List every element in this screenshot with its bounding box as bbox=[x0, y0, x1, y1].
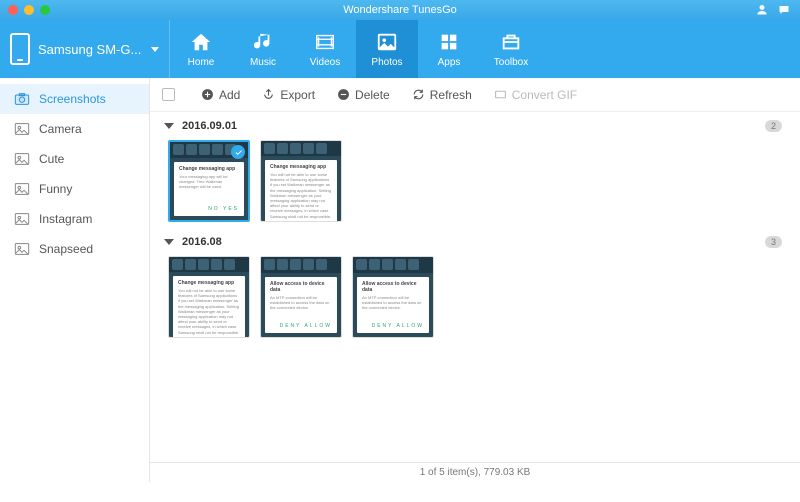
sidebar-item-funny[interactable]: Funny bbox=[0, 174, 149, 204]
tab-toolbox[interactable]: Toolbox bbox=[480, 20, 542, 78]
photo-thumbnail[interactable]: Allow access to device dataAn MTP connec… bbox=[260, 256, 342, 338]
device-selector[interactable]: Samsung SM-G... bbox=[0, 20, 170, 78]
sidebar-item-cute[interactable]: Cute bbox=[0, 144, 149, 174]
tab-music[interactable]: Music bbox=[232, 20, 294, 78]
image-icon bbox=[14, 242, 30, 256]
add-button[interactable]: Add bbox=[201, 88, 240, 102]
group-count-badge: 2 bbox=[765, 120, 782, 132]
plus-circle-icon bbox=[201, 88, 214, 101]
sidebar-item-snapseed[interactable]: Snapseed bbox=[0, 234, 149, 264]
close-window[interactable] bbox=[8, 5, 18, 15]
export-icon bbox=[262, 88, 275, 101]
group-header[interactable]: 2016.09.01 2 bbox=[164, 120, 786, 132]
image-icon bbox=[14, 212, 30, 226]
feedback-icon[interactable] bbox=[778, 4, 790, 16]
refresh-icon bbox=[412, 88, 425, 101]
tab-home[interactable]: Home bbox=[170, 20, 232, 78]
main-tabs: Home Music Videos Photos Apps Toolbox bbox=[170, 20, 542, 78]
chevron-down-icon bbox=[151, 47, 159, 52]
photo-group: 2016.08 3 Change messaging appYou will n… bbox=[164, 236, 786, 338]
image-icon bbox=[14, 182, 30, 196]
device-name: Samsung SM-G... bbox=[38, 42, 143, 57]
titlebar: Wondershare TunesGo bbox=[0, 0, 800, 20]
group-count-badge: 3 bbox=[765, 236, 782, 248]
body: Screenshots Camera Cute Funny Instagram … bbox=[0, 78, 800, 482]
minimize-window[interactable] bbox=[24, 5, 34, 15]
toolbar: Add Export Delete Refresh Convert GIF bbox=[150, 78, 800, 112]
minus-circle-icon bbox=[337, 88, 350, 101]
window-controls bbox=[0, 5, 50, 15]
sidebar-item-camera[interactable]: Camera bbox=[0, 114, 149, 144]
tab-videos[interactable]: Videos bbox=[294, 20, 356, 78]
group-date: 2016.08 bbox=[182, 236, 222, 248]
delete-button[interactable]: Delete bbox=[337, 88, 390, 102]
select-all-checkbox[interactable] bbox=[162, 88, 175, 101]
sidebar-item-instagram[interactable]: Instagram bbox=[0, 204, 149, 234]
tab-apps[interactable]: Apps bbox=[418, 20, 480, 78]
camera-icon bbox=[14, 92, 30, 106]
group-header[interactable]: 2016.08 3 bbox=[164, 236, 786, 248]
header: Samsung SM-G... Home Music Videos Photos… bbox=[0, 20, 800, 78]
check-icon bbox=[231, 145, 245, 159]
group-date: 2016.09.01 bbox=[182, 120, 237, 132]
user-icon[interactable] bbox=[756, 4, 768, 16]
photo-thumbnail[interactable]: Allow access to device dataAn MTP connec… bbox=[352, 256, 434, 338]
phone-icon bbox=[10, 33, 30, 65]
collapse-icon[interactable] bbox=[164, 239, 174, 245]
image-icon bbox=[14, 122, 30, 136]
zoom-window[interactable] bbox=[40, 5, 50, 15]
refresh-button[interactable]: Refresh bbox=[412, 88, 472, 102]
app-title: Wondershare TunesGo bbox=[0, 4, 800, 16]
photo-thumbnail[interactable]: Change messaging appYour messaging app w… bbox=[168, 140, 250, 222]
export-button[interactable]: Export bbox=[262, 88, 315, 102]
collapse-icon[interactable] bbox=[164, 123, 174, 129]
convert-gif-button: Convert GIF bbox=[494, 88, 577, 102]
photo-group: 2016.09.01 2 Change messaging appYour me… bbox=[164, 120, 786, 222]
photo-thumbnail[interactable]: Change messaging appYou will not be able… bbox=[260, 140, 342, 222]
photo-thumbnail[interactable]: Change messaging appYou will not be able… bbox=[168, 256, 250, 338]
gif-icon bbox=[494, 88, 507, 101]
sidebar-item-screenshots[interactable]: Screenshots bbox=[0, 84, 149, 114]
sidebar: Screenshots Camera Cute Funny Instagram … bbox=[0, 78, 150, 482]
main-panel: Add Export Delete Refresh Convert GIF bbox=[150, 78, 800, 482]
photo-grid: 2016.09.01 2 Change messaging appYour me… bbox=[150, 112, 800, 462]
image-icon bbox=[14, 152, 30, 166]
tab-photos[interactable]: Photos bbox=[356, 20, 418, 78]
status-bar: 1 of 5 item(s), 779.03 KB bbox=[150, 462, 800, 482]
